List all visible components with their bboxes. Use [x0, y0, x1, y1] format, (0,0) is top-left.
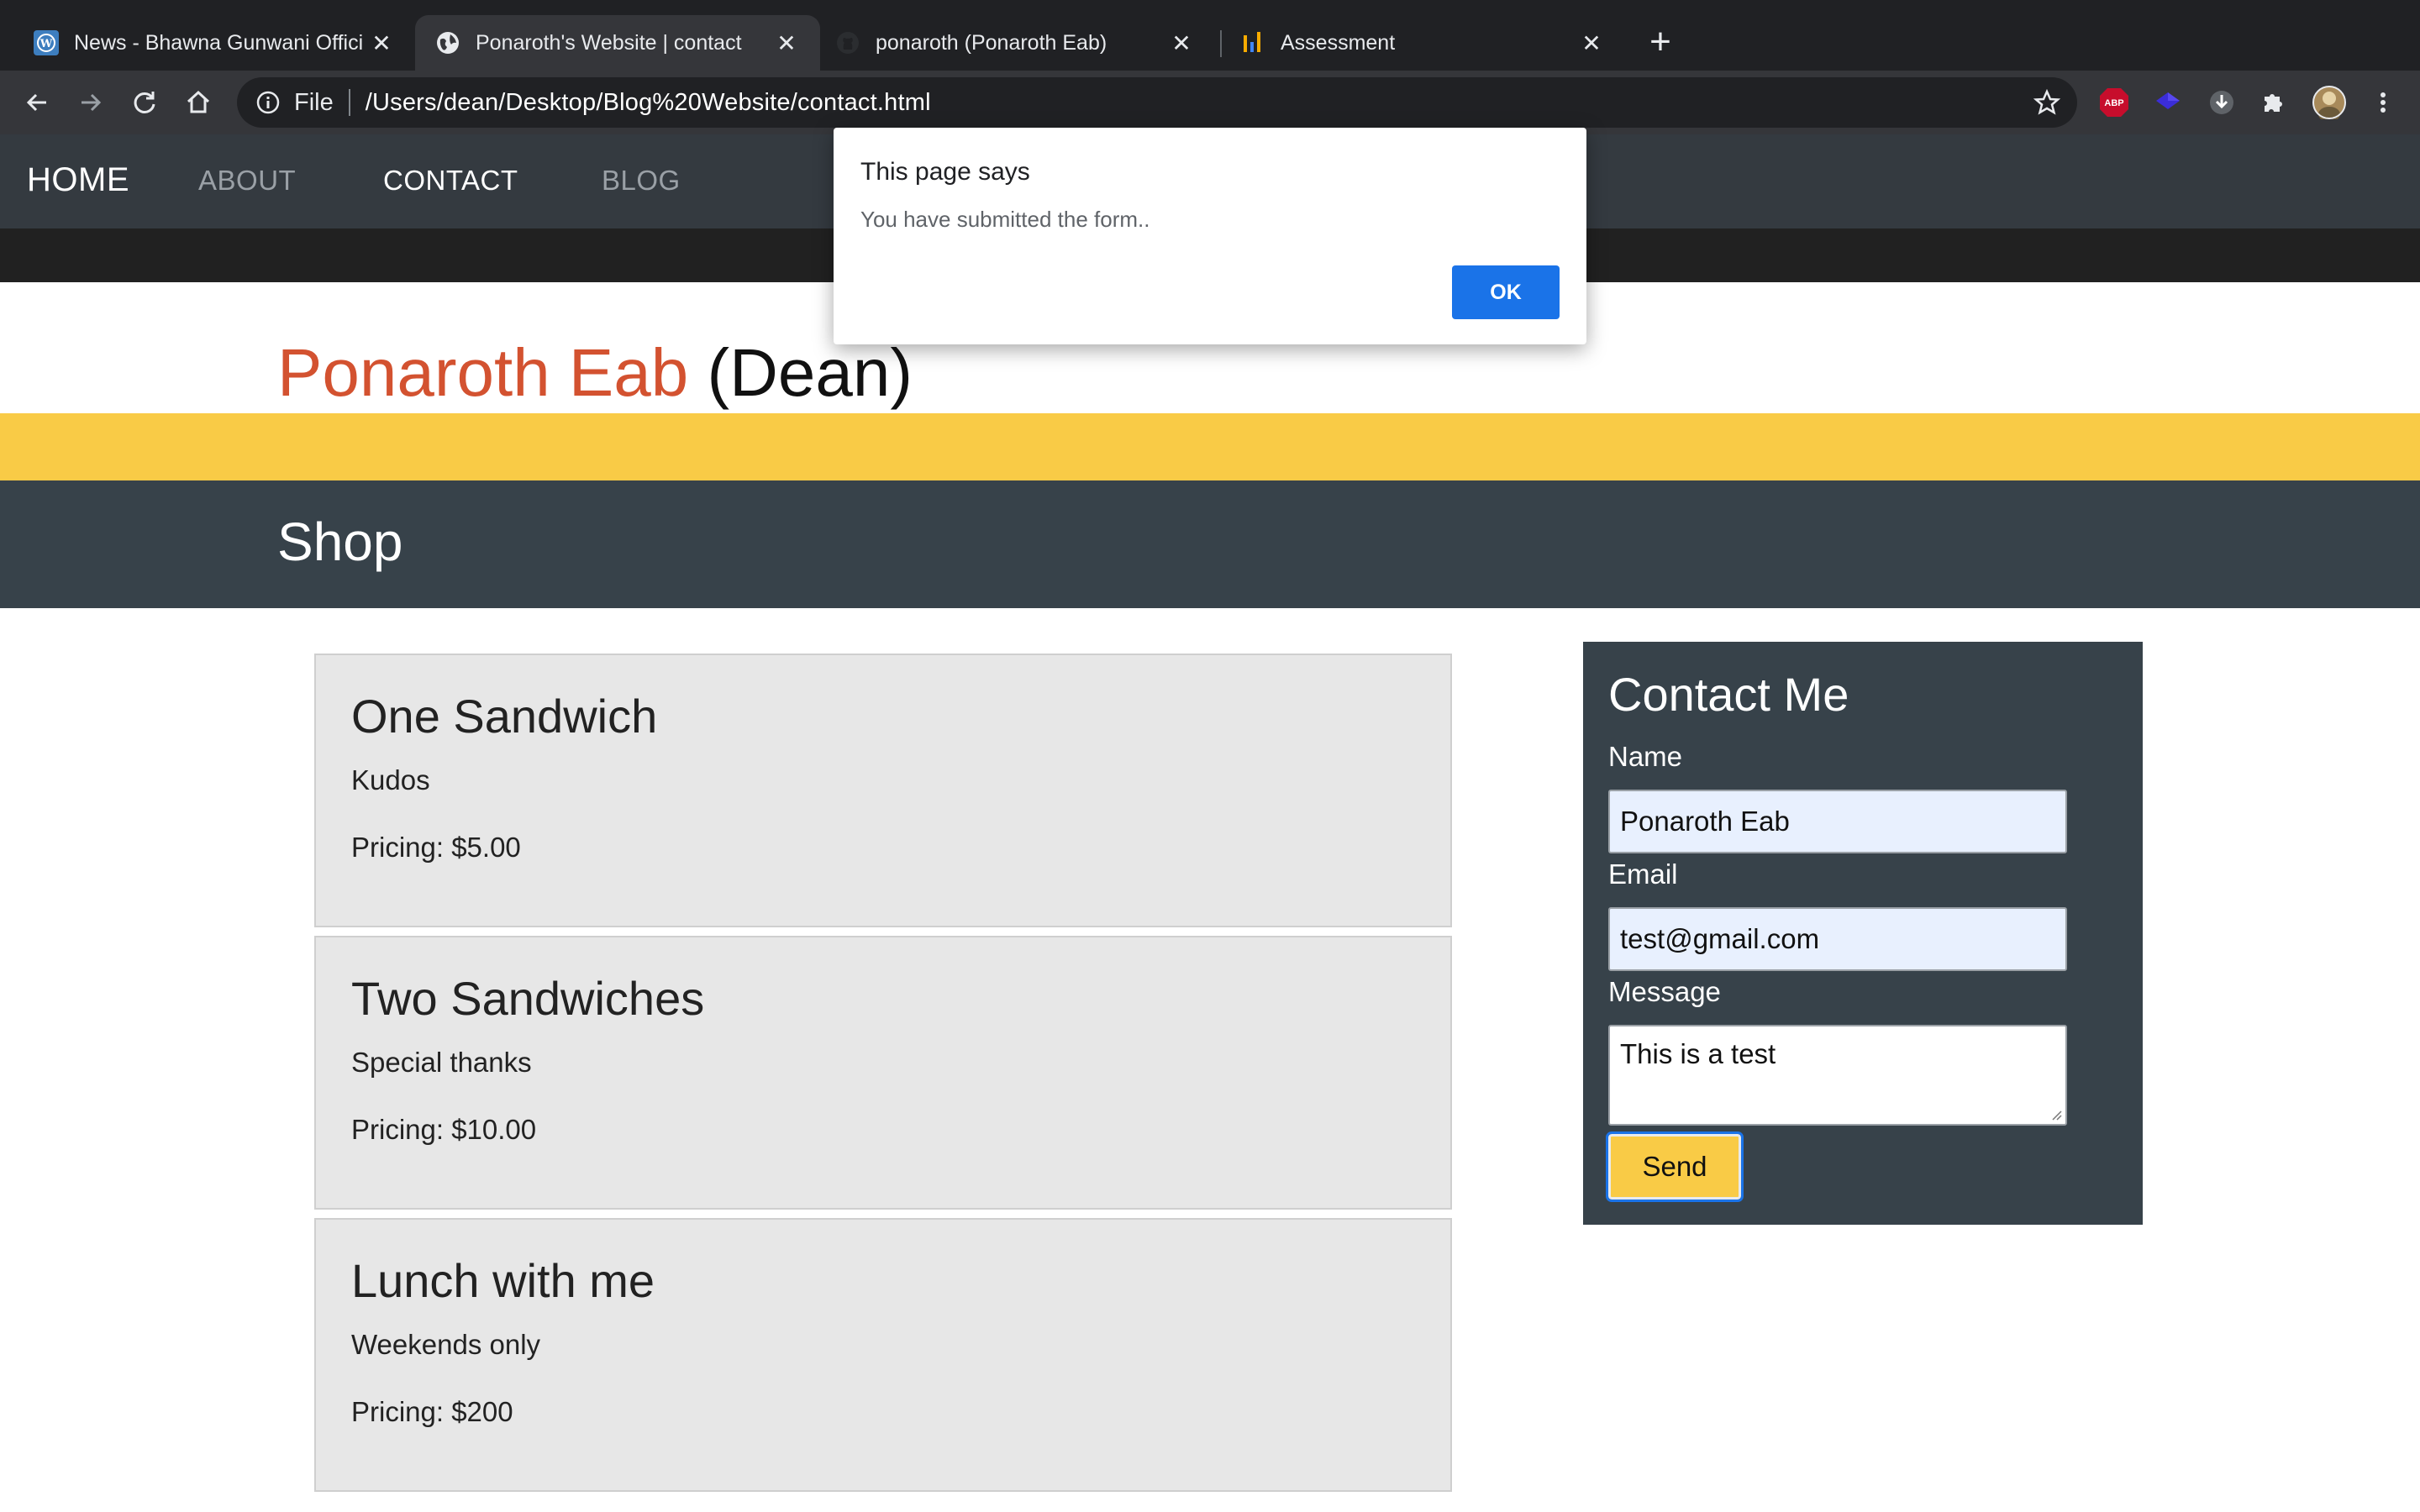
url-scheme: File	[294, 88, 334, 116]
item-price: Pricing: $10.00	[351, 1114, 537, 1145]
resize-handle-icon[interactable]	[2050, 1109, 2062, 1121]
nav-contact[interactable]: CONTACT	[383, 165, 518, 197]
url-text[interactable]: /Users/dean/Desktop/Blog%20Website/conta…	[366, 89, 931, 117]
browser-toolbar: File /Users/dean/Desktop/Blog%20Website/…	[0, 71, 2420, 134]
tab-assessment[interactable]: Assessment ✕	[1223, 15, 1625, 71]
arrow-right-icon	[82, 93, 102, 112]
name-field[interactable]	[1608, 790, 2067, 853]
item-name: One Sandwich	[351, 690, 658, 743]
close-icon[interactable]: ✕	[1576, 28, 1607, 58]
item-subtitle: Weekends only	[351, 1329, 541, 1360]
yellow-banner	[0, 413, 2420, 480]
message-text: This is a test	[1620, 1038, 1776, 1069]
message-field[interactable]: This is a test	[1608, 1025, 2067, 1126]
item-subtitle: Special thanks	[351, 1047, 532, 1078]
info-icon[interactable]	[254, 88, 282, 117]
download-icon[interactable]	[2202, 82, 2242, 123]
tab-title: Ponaroth's Website | contact	[476, 30, 742, 55]
shop-heading: Shop	[277, 512, 403, 572]
svg-text:ABP: ABP	[2104, 98, 2123, 108]
close-icon[interactable]: ✕	[366, 28, 397, 58]
send-button[interactable]: Send	[1606, 1131, 1744, 1202]
arrow-left-icon	[26, 93, 46, 112]
back-button[interactable]	[17, 82, 57, 123]
item-price: Pricing: $5.00	[351, 832, 521, 863]
ok-button[interactable]: OK	[1452, 265, 1560, 319]
wordpress-icon: W	[34, 30, 59, 55]
email-label: Email	[1608, 858, 1678, 890]
new-tab-button[interactable]: +	[1640, 21, 1681, 62]
email-field[interactable]	[1608, 907, 2067, 971]
item-subtitle: Kudos	[351, 764, 430, 795]
shop-item-card: Two Sandwiches Special thanks Pricing: $…	[314, 936, 1452, 1210]
forward-button[interactable]	[71, 82, 111, 123]
item-name: Lunch with me	[351, 1254, 655, 1307]
dialog-title: This page says	[860, 158, 1030, 186]
home-button[interactable]	[178, 82, 218, 123]
alert-dialog: This page says You have submitted the fo…	[834, 128, 1586, 344]
puzzle-icon[interactable]	[2254, 82, 2294, 123]
tab-contact[interactable]: Ponaroth's Website | contact ✕	[415, 15, 820, 71]
reload-icon	[134, 92, 155, 113]
menu-kebab-icon[interactable]	[2363, 82, 2403, 123]
adblock-plus-icon[interactable]: ABP	[2094, 82, 2134, 123]
page-title: Ponaroth Eab (Dean)	[277, 334, 913, 412]
reload-button[interactable]	[124, 82, 165, 123]
nav-about[interactable]: ABOUT	[198, 165, 296, 197]
address-bar[interactable]: File /Users/dean/Desktop/Blog%20Website/…	[237, 77, 2077, 128]
browser-tab-strip: W News - Bhawna Gunwani Offici ✕ Ponarot…	[0, 0, 2420, 71]
avatar[interactable]	[2309, 82, 2349, 123]
tab-news[interactable]: W News - Bhawna Gunwani Offici ✕	[0, 15, 415, 71]
home-icon	[187, 90, 210, 113]
close-icon[interactable]: ✕	[1166, 28, 1197, 58]
author-name: Ponaroth Eab	[277, 335, 689, 410]
divider	[348, 89, 350, 116]
message-label: Message	[1608, 976, 1721, 1007]
shop-item-card: One Sandwich Kudos Pricing: $5.00	[314, 654, 1452, 927]
bookmark-star-icon[interactable]	[2027, 82, 2067, 123]
name-label: Name	[1608, 741, 1683, 772]
tab-github[interactable]: ponaroth (Ponaroth Eab) ✕	[820, 15, 1215, 71]
diamond-extension-icon[interactable]	[2148, 82, 2188, 123]
globe-icon	[435, 30, 460, 55]
github-icon	[835, 30, 860, 55]
tab-separator	[1220, 30, 1222, 57]
dialog-message: You have submitted the form..	[860, 207, 1150, 232]
nav-home[interactable]: HOME	[27, 161, 129, 199]
shop-item-card: Lunch with me Weekends only Pricing: $20…	[314, 1218, 1452, 1492]
tab-title: News - Bhawna Gunwani Offici	[74, 30, 364, 55]
item-name: Two Sandwiches	[351, 972, 705, 1025]
close-icon[interactable]: ✕	[771, 28, 802, 58]
contact-heading: Contact Me	[1608, 668, 1849, 721]
tab-title: Assessment	[1281, 30, 1396, 55]
author-nickname: (Dean)	[688, 335, 913, 410]
tab-title: ponaroth (Ponaroth Eab)	[876, 30, 1107, 55]
contact-form-panel: Contact Me Name Email Message This is a …	[1583, 642, 2143, 1225]
nav-blog[interactable]: BLOG	[602, 165, 681, 197]
item-price: Pricing: $200	[351, 1396, 513, 1427]
bar-chart-icon	[1240, 30, 1265, 55]
svg-text:W: W	[39, 38, 53, 50]
